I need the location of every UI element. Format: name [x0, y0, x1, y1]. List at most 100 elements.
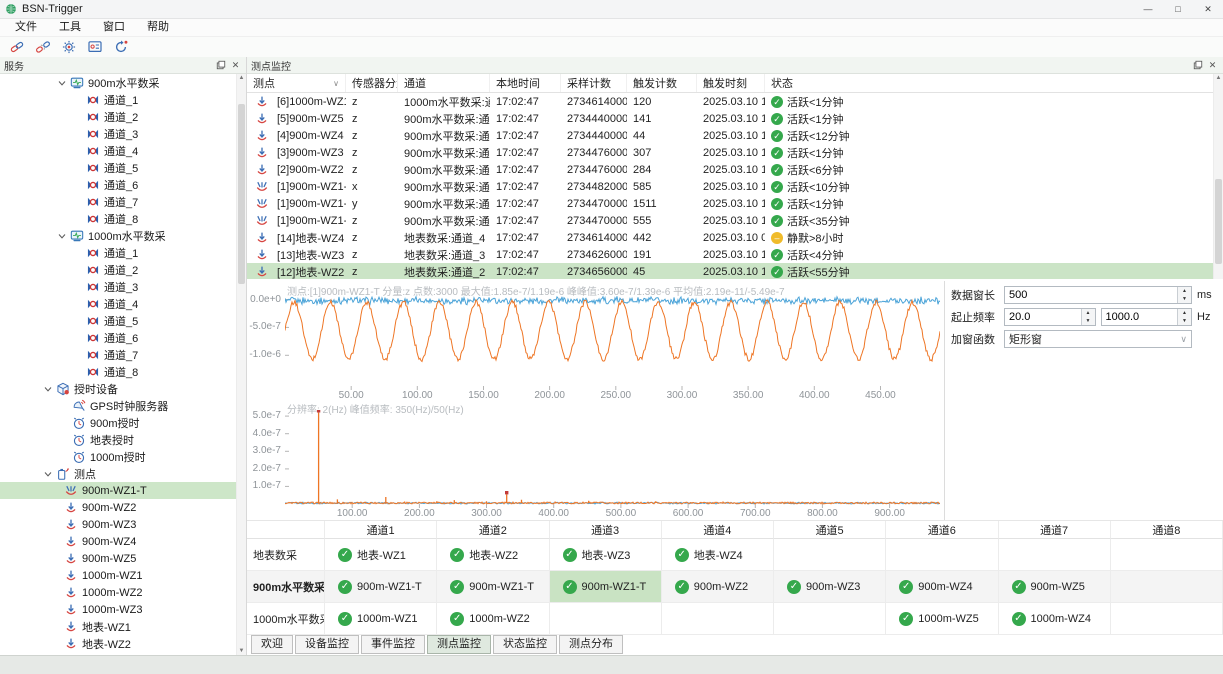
sort-icon[interactable]: ∨	[333, 79, 339, 88]
float-icon[interactable]	[214, 59, 227, 71]
tree-item-通道_3[interactable]: 通道_3	[0, 278, 237, 295]
tree-item-1000m授时[interactable]: 1000m授时	[0, 448, 237, 465]
disconnect-button[interactable]	[30, 38, 56, 56]
menu-item-2[interactable]: 工具	[48, 19, 92, 36]
matrix-cell-3-6[interactable]: ✓1000m-WZ5	[886, 603, 998, 635]
matrix-cell-3-4[interactable]	[662, 603, 774, 635]
chevron-down-icon[interactable]	[56, 77, 68, 89]
tree-item-通道_2[interactable]: 通道_2	[0, 261, 237, 278]
column-header-1[interactable]: 测点∨	[247, 74, 346, 92]
matrix-cell-3-8[interactable]	[1111, 603, 1223, 635]
frequency-from-spinner[interactable]: ▲▼	[1081, 309, 1095, 325]
table-row-5[interactable]: [2]900m-WZ2z900m水平数采:通道_417:02:472734476…	[247, 161, 1214, 178]
matrix-cell-3-5[interactable]	[774, 603, 886, 635]
table-row-11[interactable]: [12]地表-WZ2z地表数采:通道_217:02:47273465600045…	[247, 263, 1214, 279]
tree-scrollbar-thumb[interactable]	[238, 104, 245, 284]
tree-item-地表-WZ2[interactable]: 地表-WZ2	[0, 635, 237, 652]
chevron-down-icon[interactable]	[42, 383, 54, 395]
matrix-cell-2-4[interactable]: ✓900m-WZ2	[662, 571, 774, 603]
tree-item-通道_7[interactable]: 通道_7	[0, 193, 237, 210]
settings-button[interactable]	[56, 38, 82, 56]
matrix-cell-1-8[interactable]	[1111, 539, 1223, 571]
tree-item-1000m-WZ3[interactable]: 1000m-WZ3	[0, 601, 237, 618]
window-length-spinner[interactable]: ▲▼	[1177, 287, 1191, 303]
matrix-cell-3-7[interactable]: ✓1000m-WZ4	[999, 603, 1111, 635]
tree-item-通道_8[interactable]: 通道_8	[0, 363, 237, 380]
close-button[interactable]: ✕	[1193, 0, 1223, 18]
matrix-cell-2-3[interactable]: ✓900m-WZ1-T	[550, 571, 662, 603]
tree-item-通道_5[interactable]: 通道_5	[0, 159, 237, 176]
tree-item-900m-WZ5[interactable]: 900m-WZ5	[0, 550, 237, 567]
table-row-1[interactable]: [6]1000m-WZ1z1000m水平数采:通道_117:02:4727346…	[247, 93, 1214, 110]
matrix-cell-2-1[interactable]: ✓900m-WZ1-T	[325, 571, 437, 603]
frequency-to-spinner[interactable]: ▲▼	[1177, 309, 1191, 325]
matrix-cell-1-5[interactable]	[774, 539, 886, 571]
tree-item-1000m-WZ2[interactable]: 1000m-WZ2	[0, 584, 237, 601]
column-header-2[interactable]: 传感器分量	[346, 74, 398, 92]
menu-item-3[interactable]: 窗口	[92, 19, 136, 36]
tab-4[interactable]: 测点监控	[427, 635, 491, 654]
tree-item-通道_1[interactable]: 通道_1	[0, 244, 237, 261]
matrix-cell-3-1[interactable]: ✓1000m-WZ1	[325, 603, 437, 635]
tree-scrollbar[interactable]: ▲ ▼	[236, 74, 246, 656]
table-row-6[interactable]: [1]900m-WZ1-Tx900m水平数采:通道_117:02:4727344…	[247, 178, 1214, 195]
tree-item-授时设备[interactable]: 授时设备	[0, 380, 237, 397]
tree-item-通道_4[interactable]: 通道_4	[0, 142, 237, 159]
tree-item-900m授时[interactable]: 900m授时	[0, 414, 237, 431]
chevron-down-icon[interactable]	[42, 468, 54, 480]
column-header-3[interactable]: 通道	[398, 74, 490, 92]
matrix-cell-3-2[interactable]: ✓1000m-WZ2	[437, 603, 549, 635]
tree-item-通道_8[interactable]: 通道_8	[0, 210, 237, 227]
tree-item-通道_6[interactable]: 通道_6	[0, 329, 237, 346]
matrix-cell-2-5[interactable]: ✓900m-WZ3	[774, 571, 886, 603]
window-function-select[interactable]: 矩形窗 ∨	[1004, 330, 1192, 348]
spin-up-icon[interactable]: ▲	[1178, 287, 1191, 295]
matrix-cell-1-4[interactable]: ✓地表-WZ4	[662, 539, 774, 571]
tab-1[interactable]: 欢迎	[251, 635, 293, 654]
matrix-cell-1-6[interactable]	[886, 539, 998, 571]
column-header-5[interactable]: 采样计数	[561, 74, 627, 92]
tree-item-地表授时[interactable]: 地表授时	[0, 431, 237, 448]
chevron-down-icon[interactable]	[56, 230, 68, 242]
tree-item-900m水平数采[interactable]: 900m水平数采	[0, 74, 237, 91]
column-header-7[interactable]: 触发时刻	[697, 74, 765, 92]
matrix-cell-1-3[interactable]: ✓地表-WZ3	[550, 539, 662, 571]
tab-2[interactable]: 设备监控	[295, 635, 359, 654]
monitor-window-button[interactable]	[82, 38, 108, 56]
refresh-button[interactable]	[108, 38, 134, 56]
matrix-cell-2-6[interactable]: ✓900m-WZ4	[886, 571, 998, 603]
table-scrollbar[interactable]: ▲	[1213, 74, 1223, 279]
close-icon[interactable]: ✕	[1206, 59, 1219, 71]
tree-item-900m-WZ4[interactable]: 900m-WZ4	[0, 533, 237, 550]
spin-down-icon[interactable]: ▼	[1178, 295, 1191, 303]
tree-item-地表-WZ1[interactable]: 地表-WZ1	[0, 618, 237, 635]
table-row-9[interactable]: [14]地表-WZ4z地表数采:通道_417:02:47273461400044…	[247, 229, 1214, 246]
close-icon[interactable]: ✕	[229, 59, 242, 71]
tree-item-900m-WZ3[interactable]: 900m-WZ3	[0, 516, 237, 533]
tab-6[interactable]: 测点分布	[559, 635, 623, 654]
scroll-up-icon[interactable]: ▲	[1214, 74, 1223, 83]
column-header-4[interactable]: 本地时间	[490, 74, 561, 92]
float-icon[interactable]	[1191, 59, 1204, 71]
tab-5[interactable]: 状态监控	[493, 635, 557, 654]
scroll-up-icon[interactable]: ▲	[237, 74, 246, 83]
table-row-2[interactable]: [5]900m-WZ5z900m水平数采:通道_717:02:472734440…	[247, 110, 1214, 127]
matrix-cell-1-7[interactable]	[999, 539, 1111, 571]
menu-item-4[interactable]: 帮助	[136, 19, 180, 36]
column-header-8[interactable]: 状态	[765, 74, 1214, 92]
spin-down-icon[interactable]: ▼	[1082, 317, 1095, 325]
maximize-button[interactable]: □	[1163, 0, 1193, 18]
tree-item-通道_3[interactable]: 通道_3	[0, 125, 237, 142]
tree-item-1000m水平数采[interactable]: 1000m水平数采	[0, 227, 237, 244]
tree-item-通道_2[interactable]: 通道_2	[0, 108, 237, 125]
tree-item-测点[interactable]: 测点	[0, 465, 237, 482]
table-row-7[interactable]: [1]900m-WZ1-Ty900m水平数采:通道_217:02:4727344…	[247, 195, 1214, 212]
table-scrollbar-thumb[interactable]	[1215, 179, 1222, 264]
window-length-input[interactable]	[1005, 289, 1191, 301]
matrix-cell-1-1[interactable]: ✓地表-WZ1	[325, 539, 437, 571]
tree-item-通道_6[interactable]: 通道_6	[0, 176, 237, 193]
matrix-cell-2-7[interactable]: ✓900m-WZ5	[999, 571, 1111, 603]
tree-item-通道_1[interactable]: 通道_1	[0, 91, 237, 108]
tree-item-900m-WZ2[interactable]: 900m-WZ2	[0, 499, 237, 516]
table-row-3[interactable]: [4]900m-WZ4z900m水平数采:通道_617:02:472734440…	[247, 127, 1214, 144]
